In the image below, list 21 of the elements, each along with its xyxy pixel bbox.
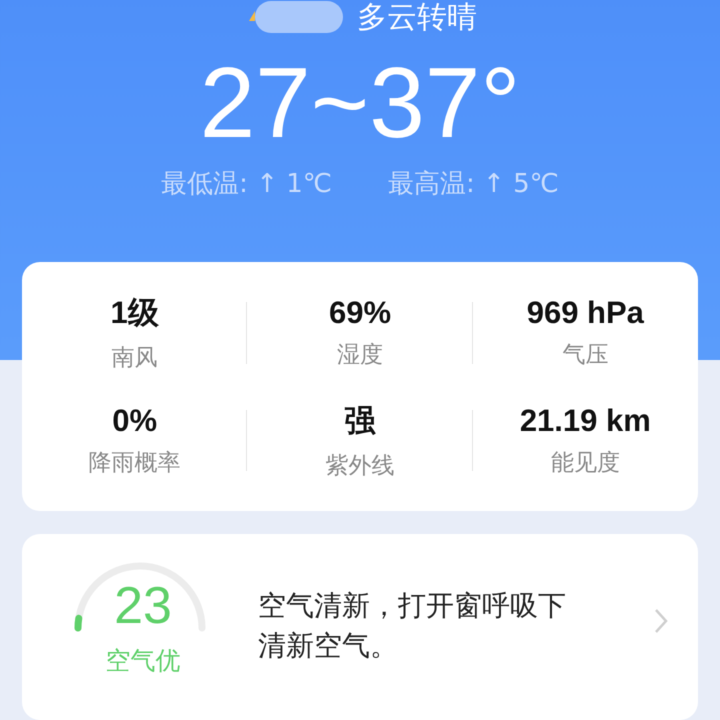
air-advice: 空气清新，打开窗呼吸下清新空气。 bbox=[258, 588, 567, 664]
aqi-value: 23 bbox=[114, 578, 172, 634]
detail-label: 南风 bbox=[112, 344, 158, 374]
detail-label: 气压 bbox=[562, 341, 608, 370]
detail-value: 0% bbox=[112, 402, 158, 439]
air-quality-card[interactable]: 23 空气优 空气清新，打开窗呼吸下清新空气。 bbox=[22, 534, 698, 720]
detail-value: 强 bbox=[344, 402, 376, 440]
aqi-grade: 空气优 bbox=[106, 645, 180, 678]
detail-label: 紫外线 bbox=[325, 452, 394, 481]
detail-label: 能见度 bbox=[550, 448, 620, 478]
max-temp-change: 最高温: ↑ 5℃ bbox=[388, 168, 559, 201]
detail-value: 69% bbox=[328, 295, 392, 332]
detail-label: 降雨概率 bbox=[88, 448, 181, 478]
weather-condition: 多云转晴 bbox=[357, 1, 477, 35]
temperature-range: 27~37° bbox=[200, 48, 520, 158]
min-temp-change: 最低温: ↑ 1℃ bbox=[161, 168, 332, 201]
detail-value: 969 hPa bbox=[526, 295, 644, 332]
chevron-right-icon[interactable] bbox=[654, 608, 668, 634]
detail-value: 1级 bbox=[110, 294, 159, 332]
detail-label: 湿度 bbox=[336, 341, 383, 370]
detail-value: 21.19 km bbox=[520, 402, 651, 439]
